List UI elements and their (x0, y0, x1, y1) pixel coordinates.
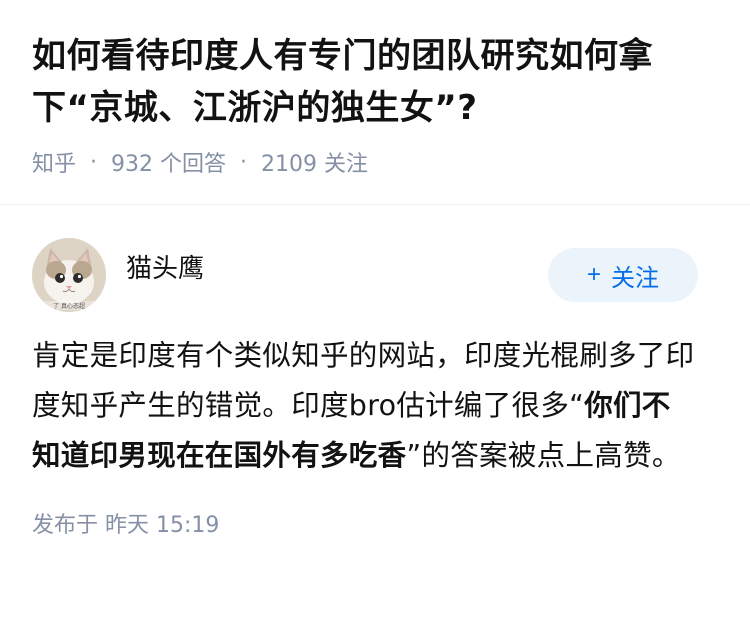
meta-separator: · (240, 149, 248, 175)
meta-separator: · (90, 149, 98, 175)
avatar-caption: 了 真心态超 (53, 302, 85, 310)
author-name[interactable]: 猫头鹰 (126, 248, 204, 285)
question-meta: 知乎 · 932 个回答 · 2109 关注 (32, 146, 718, 178)
plus-icon: + (586, 261, 601, 288)
follow-button-label: 关注 (611, 264, 659, 292)
publish-time: 发布于 昨天 15:19 (32, 513, 220, 538)
answer-content[interactable]: 肯定是印度有个类似知乎的网站，印度光棍刷多了印度知乎产生的错觉。印度bro估计编… (0, 313, 750, 481)
question-title[interactable]: 如何看待印度人有专门的团队研究如何拿下“京城、江浙沪的独生女”? (32, 30, 718, 134)
answers-count[interactable]: 932 个回答 (111, 146, 226, 178)
cat-avatar-image: 了 真心态超 (32, 238, 106, 312)
answer-author-row: 了 真心态超 猫头鹰 + 关注 (0, 205, 750, 313)
source-label[interactable]: 知乎 (32, 146, 76, 178)
followers-count[interactable]: 2109 关注 (261, 146, 368, 178)
follow-button[interactable]: + 关注 (548, 248, 698, 302)
question-header: 如何看待印度人有专门的团队研究如何拿下“京城、江浙沪的独生女”? 知乎 · 93… (0, 0, 750, 178)
avatar[interactable]: 了 真心态超 (32, 238, 106, 312)
answer-text-end: ”的答案被点上高赞。 (406, 439, 681, 472)
